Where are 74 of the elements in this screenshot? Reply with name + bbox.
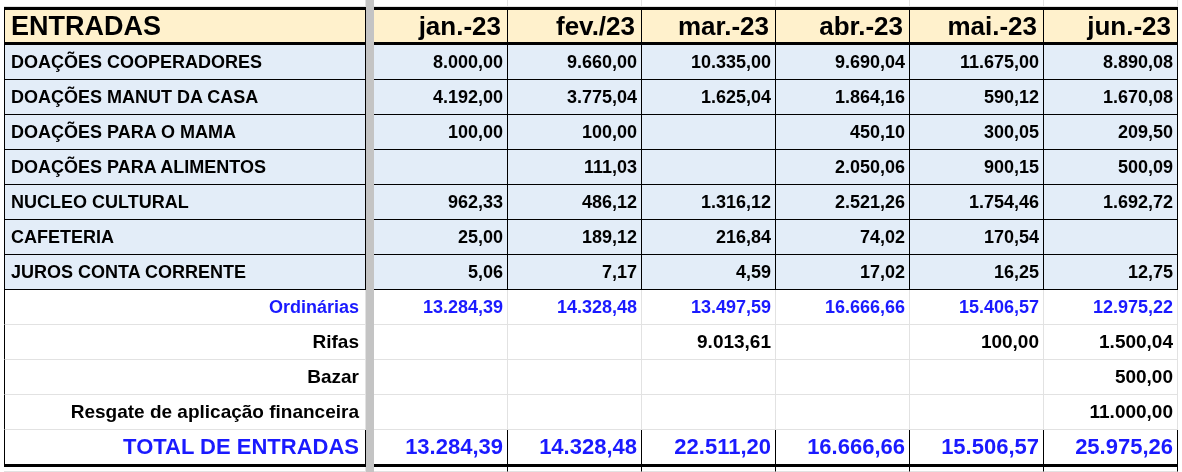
table-cell: 13.284,39: [374, 290, 508, 325]
table-cell: 15.406,57: [910, 290, 1044, 325]
column-header: fev./23: [508, 7, 642, 45]
column-header: abr.-23: [776, 7, 910, 45]
table-cell: 100,00: [910, 325, 1044, 360]
table-cell: 12.975,22: [1044, 290, 1178, 325]
table-cell: 13.284,39: [374, 430, 508, 467]
table-cell: 1.625,04: [642, 80, 776, 115]
table-cell: 25.975,26: [1044, 430, 1178, 467]
table-cell: 1.670,08: [1044, 80, 1178, 115]
row-label: CAFETERIA: [4, 220, 366, 255]
row-label: DOAÇÕES COOPERADORES: [4, 45, 366, 80]
table-cell: 2.050,06: [776, 150, 910, 185]
table-cell: 17,02: [776, 255, 910, 290]
table-cell: 189,12: [508, 220, 642, 255]
table-cell: 14.328,48: [508, 430, 642, 467]
table-cell: 16,25: [910, 255, 1044, 290]
table-cell: 9.690,04: [776, 45, 910, 80]
table-cell: 9.660,00: [508, 45, 642, 80]
table-cell: 216,84: [642, 220, 776, 255]
column-header: jun.-23: [1044, 7, 1178, 45]
row-label: JUROS CONTA CORRENTE: [4, 255, 366, 290]
table-cell: 900,15: [910, 150, 1044, 185]
row-label: DOAÇÕES MANUT DA CASA: [4, 80, 366, 115]
table-cell: 962,33: [374, 185, 508, 220]
table-cell: 11.675,00: [910, 45, 1044, 80]
row-label: Ordinárias: [4, 290, 366, 325]
table-cell: 10.335,00: [642, 45, 776, 80]
table-cell: 14.328,48: [508, 290, 642, 325]
table-cell: 9.013,61: [642, 325, 776, 360]
table-cell: 450,10: [776, 115, 910, 150]
table-cell: 12,75: [1044, 255, 1178, 290]
table-cell: 74,02: [776, 220, 910, 255]
table-cell: 15.506,57: [910, 430, 1044, 467]
table-cell: 100,00: [508, 115, 642, 150]
table-cell: 111,03: [508, 150, 642, 185]
table-cell: 209,50: [1044, 115, 1178, 150]
table-cell: 8.890,08: [1044, 45, 1178, 80]
table-title: ENTRADAS: [4, 7, 366, 45]
table-cell: 1.316,12: [642, 185, 776, 220]
table-cell: 100,00: [374, 115, 508, 150]
table-cell: 590,12: [910, 80, 1044, 115]
table-cell: 7,17: [508, 255, 642, 290]
column-header: jan.-23: [374, 7, 508, 45]
table-cell: 1.754,46: [910, 185, 1044, 220]
table-cell: 2.521,26: [776, 185, 910, 220]
row-label: TOTAL DE ENTRADAS: [4, 430, 366, 467]
column-header: mai.-23: [910, 7, 1044, 45]
table-cell: 300,05: [910, 115, 1044, 150]
table-cell: 1.864,16: [776, 80, 910, 115]
table-cell: 22.511,20: [642, 430, 776, 467]
table-cell: 4,59: [642, 255, 776, 290]
table-cell: 3.775,04: [508, 80, 642, 115]
table-cell: 486,12: [508, 185, 642, 220]
table-cell: 16.666,66: [776, 290, 910, 325]
row-label: Rifas: [4, 325, 366, 360]
row-label: NUCLEO CULTURAL: [4, 185, 366, 220]
column-header: mar.-23: [642, 7, 776, 45]
table-cell: 170,54: [910, 220, 1044, 255]
table-cell: 8.000,00: [374, 45, 508, 80]
table-cell: 13.497,59: [642, 290, 776, 325]
table-cell: 500,09: [1044, 150, 1178, 185]
table-cell: 4.192,00: [374, 80, 508, 115]
row-label: Resgate de aplicação financeira: [4, 395, 366, 430]
row-label: DOAÇÕES PARA O MAMA: [4, 115, 366, 150]
table-cell: 5,06: [374, 255, 508, 290]
table-cell: 11.000,00: [1044, 395, 1178, 430]
table-cell: 500,00: [1044, 360, 1178, 395]
table-cell: 25,00: [374, 220, 508, 255]
table-cell: 1.692,72: [1044, 185, 1178, 220]
row-label: DOAÇÕES PARA ALIMENTOS: [4, 150, 366, 185]
table-cell: 16.666,66: [776, 430, 910, 467]
table-cell: 1.500,04: [1044, 325, 1178, 360]
row-label: Bazar: [4, 360, 366, 395]
